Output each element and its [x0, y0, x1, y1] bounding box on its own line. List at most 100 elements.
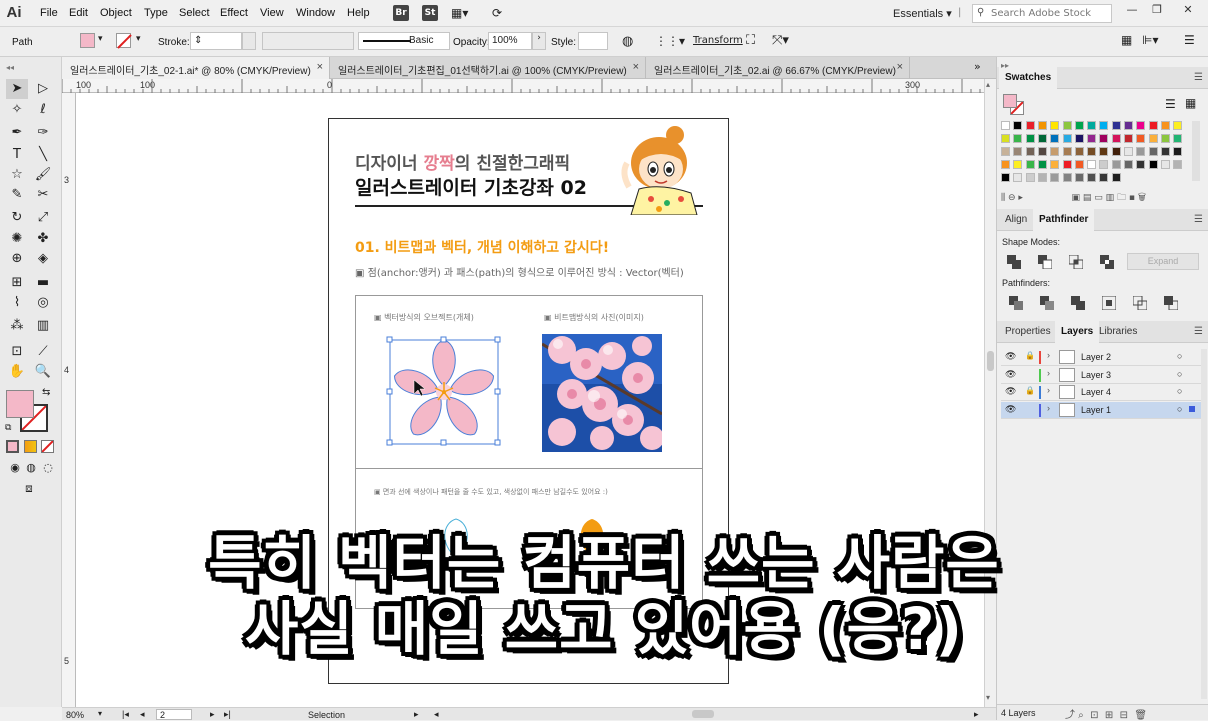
- transform-link[interactable]: Transform: [693, 35, 743, 46]
- symbol-sprayer-tool-icon[interactable]: ⁂: [6, 316, 28, 336]
- previous-artboard-icon[interactable]: ◂: [140, 709, 145, 720]
- color-swatch[interactable]: [1050, 134, 1060, 143]
- color-swatch[interactable]: [1025, 147, 1035, 156]
- color-swatch[interactable]: [1160, 160, 1170, 169]
- stroke-weight-field[interactable]: ⇕: [190, 32, 242, 50]
- visibility-eye-icon[interactable]: 👁: [1005, 369, 1016, 380]
- visibility-eye-icon[interactable]: 👁: [1005, 351, 1016, 362]
- color-swatch[interactable]: [1025, 160, 1035, 169]
- color-mode-icon[interactable]: [6, 440, 19, 453]
- artboard-number-field[interactable]: 2: [156, 709, 192, 720]
- workspace-switcher[interactable]: Essentials ▾: [893, 7, 952, 20]
- layer-row[interactable]: 👁 🔒 › Layer 2 ○: [1001, 349, 1201, 366]
- color-swatch[interactable]: [1001, 160, 1010, 169]
- swatch-scrollbar[interactable]: [1192, 121, 1200, 181]
- color-swatch[interactable]: [1062, 121, 1072, 130]
- default-fill-stroke-icon[interactable]: ⧉: [5, 423, 11, 433]
- status-menu-icon[interactable]: ▸: [414, 709, 419, 720]
- stock-search-input[interactable]: ⚲ Search Adobe Stock: [972, 4, 1112, 23]
- menu-edit[interactable]: Edit: [69, 7, 88, 19]
- color-swatch[interactable]: [1074, 147, 1084, 156]
- color-swatch[interactable]: [1136, 134, 1146, 143]
- screen-mode-icon[interactable]: ⧈: [18, 478, 40, 498]
- merge-icon[interactable]: [1071, 296, 1085, 310]
- tab-document-3[interactable]: 일러스트레이터_기초_02.ai @ 66.67% (CMYK/Preview)…: [646, 57, 910, 79]
- color-swatch[interactable]: [1062, 134, 1072, 143]
- minus-front-icon[interactable]: [1038, 255, 1053, 270]
- color-swatch[interactable]: [1050, 160, 1060, 169]
- crop-icon[interactable]: [1101, 295, 1117, 311]
- layer-name[interactable]: Layer 1: [1081, 405, 1111, 415]
- eyedropper-tool-icon[interactable]: ⌇: [6, 293, 28, 313]
- color-swatch[interactable]: [1124, 134, 1133, 143]
- live-paint-tool-icon[interactable]: ◈: [32, 249, 54, 269]
- layer-row[interactable]: 👁 › Layer 3 ○: [1001, 367, 1201, 384]
- perspective-grid-tool-icon[interactable]: ⊞: [6, 273, 28, 293]
- hand-tool-icon[interactable]: ✋: [6, 362, 28, 382]
- chevron-right-icon[interactable]: ›: [1047, 350, 1050, 360]
- color-swatch[interactable]: [1050, 121, 1060, 130]
- color-swatch[interactable]: [1001, 121, 1010, 130]
- trim-icon[interactable]: [1040, 296, 1054, 310]
- divide-icon[interactable]: [1009, 296, 1023, 310]
- chevron-down-icon[interactable]: ▾: [136, 34, 141, 44]
- close-icon[interactable]: ×: [897, 61, 903, 73]
- stock-button[interactable]: St: [422, 5, 438, 21]
- color-swatch[interactable]: [1037, 134, 1047, 143]
- panel-menu-icon[interactable]: ☰: [1194, 72, 1203, 83]
- color-swatch[interactable]: [1173, 160, 1183, 169]
- direct-selection-tool-icon[interactable]: ▷: [32, 79, 54, 99]
- chevron-right-icon[interactable]: ›: [1047, 403, 1050, 413]
- stroke-weight-dropdown[interactable]: [242, 32, 256, 50]
- color-swatch[interactable]: [1148, 160, 1158, 169]
- menu-effect[interactable]: Effect: [220, 7, 248, 19]
- more-tabs-icon[interactable]: »: [974, 60, 981, 73]
- color-swatch[interactable]: [1124, 160, 1133, 169]
- color-swatch[interactable]: [1062, 160, 1072, 169]
- color-swatch[interactable]: [1074, 160, 1084, 169]
- opacity-field[interactable]: 100%: [488, 32, 532, 50]
- tab-swatches[interactable]: Swatches: [999, 67, 1058, 89]
- zoom-dropdown-icon[interactable]: ▾: [98, 709, 102, 718]
- line-tool-icon[interactable]: ╲: [32, 145, 54, 165]
- grid-view-icon[interactable]: ▦: [1185, 96, 1196, 110]
- color-swatch[interactable]: [1099, 160, 1109, 169]
- warp-tool-icon[interactable]: ✺: [6, 229, 28, 249]
- none-mode-icon[interactable]: [41, 440, 54, 453]
- pen-tool-icon[interactable]: ✒: [6, 123, 28, 143]
- list-view-icon[interactable]: ☰: [1165, 97, 1176, 111]
- outline-icon[interactable]: [1132, 295, 1148, 311]
- color-swatch[interactable]: [1001, 134, 1010, 143]
- pencil-tool-icon[interactable]: ✎: [6, 185, 28, 205]
- collapse-icon[interactable]: ◂◂: [6, 63, 14, 72]
- color-swatch[interactable]: [1136, 121, 1146, 130]
- color-swatch[interactable]: [1111, 134, 1121, 143]
- menu-view[interactable]: View: [260, 7, 284, 19]
- type-tool-icon[interactable]: T: [6, 145, 28, 165]
- color-swatch[interactable]: [1013, 134, 1023, 143]
- isolate-object-icon[interactable]: ⛶: [746, 33, 755, 48]
- color-swatch[interactable]: [1013, 147, 1023, 156]
- variable-width-dropdown[interactable]: [262, 32, 354, 50]
- menu-window[interactable]: Window: [296, 7, 335, 19]
- visibility-eye-icon[interactable]: 👁: [1005, 404, 1016, 415]
- chevron-right-icon[interactable]: ›: [1047, 385, 1050, 395]
- slice-tool-icon[interactable]: ⟋: [32, 342, 54, 362]
- stroke-swatch[interactable]: [116, 33, 132, 49]
- blend-tool-icon[interactable]: ◎: [32, 293, 54, 313]
- bridge-button[interactable]: Br: [393, 5, 409, 21]
- color-swatch[interactable]: [1136, 160, 1146, 169]
- panel-menu-icon[interactable]: ☰: [1194, 326, 1203, 337]
- swatch-footer-tools[interactable]: ⫼ ⊖ ▸ ▣ ▤ ▭ ▥ 🗀 ▪ 🗑: [1001, 190, 1201, 204]
- unite-icon[interactable]: [1007, 255, 1021, 269]
- graphic-style-dropdown[interactable]: [578, 32, 608, 50]
- panel-options-icon[interactable]: ⊫▾: [1142, 33, 1158, 47]
- menu-select[interactable]: Select: [179, 7, 210, 19]
- layer-name[interactable]: Layer 2: [1081, 352, 1111, 362]
- draw-inside-icon[interactable]: ◌: [37, 458, 59, 478]
- star-tool-icon[interactable]: ☆: [6, 165, 28, 185]
- horizontal-scroll-thumb[interactable]: [692, 710, 714, 718]
- tab-document-2[interactable]: 일러스트레이터_기초편집_01선택하기.ai @ 100% (CMYK/Prev…: [330, 57, 646, 79]
- fill-swatch[interactable]: [80, 33, 95, 48]
- swatch-grid[interactable]: [1001, 121, 1191, 193]
